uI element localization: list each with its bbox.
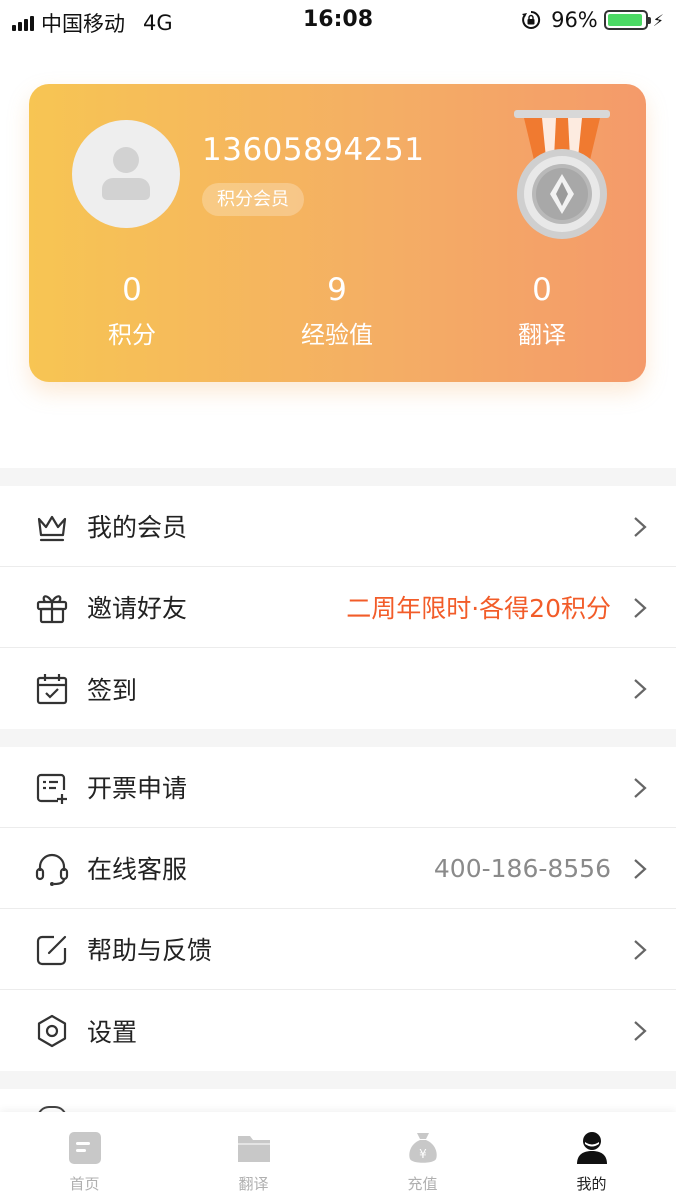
- menu-label: 签到: [87, 675, 138, 705]
- tab-mine[interactable]: 我的: [507, 1112, 676, 1202]
- member-badge[interactable]: 积分会员: [202, 183, 304, 216]
- menu-item-customer-service[interactable]: 在线客服 400-186-8556: [0, 828, 676, 909]
- chevron-right-icon: [634, 940, 647, 960]
- folder-icon: [238, 1136, 270, 1162]
- section-divider: [0, 729, 676, 747]
- rotation-lock-icon: [522, 10, 541, 29]
- menu-item-invite-friends[interactable]: 邀请好友 二周年限时·各得20积分: [0, 567, 676, 648]
- stat-translations-label: 翻译: [518, 321, 566, 349]
- calendar-check-icon: [36, 674, 68, 705]
- tab-translate[interactable]: 翻译: [169, 1112, 338, 1202]
- stat-experience-value: 9: [327, 272, 347, 308]
- invoice-icon: [36, 773, 67, 804]
- stat-translations-value: 0: [532, 272, 552, 308]
- battery-percent: 96%: [551, 8, 598, 32]
- tab-label: 翻译: [238, 1175, 269, 1193]
- status-bar: 中国移动 4G 16:08 96% ⚡: [0, 0, 676, 40]
- chevron-right-icon: [634, 859, 647, 879]
- edit-icon: [36, 935, 67, 966]
- chevron-right-icon: [634, 517, 647, 537]
- gift-icon: [36, 595, 68, 624]
- avatar[interactable]: [72, 120, 180, 228]
- stat-experience-label: 经验值: [301, 321, 373, 349]
- svg-text:¥: ¥: [419, 1147, 427, 1161]
- chevron-right-icon: [634, 679, 647, 699]
- chevron-right-icon: [634, 598, 647, 618]
- money-bag-icon: ¥: [409, 1133, 437, 1163]
- medal-icon: [514, 110, 610, 239]
- section-divider: [0, 468, 676, 486]
- menu-label: 邀请好友: [87, 594, 188, 623]
- tab-label: 首页: [69, 1175, 100, 1193]
- charging-icon: ⚡: [652, 10, 664, 30]
- stat-translations[interactable]: 0 翻译: [467, 270, 617, 352]
- menu-item-settings[interactable]: 设置: [0, 990, 676, 1071]
- stat-points-value: 0: [122, 272, 142, 308]
- menu-label: 我的会员: [87, 513, 188, 542]
- chevron-right-icon: [634, 778, 647, 798]
- user-icon: [577, 1132, 607, 1164]
- stat-experience[interactable]: 9 经验值: [262, 270, 412, 352]
- chevron-right-icon: [634, 1021, 647, 1041]
- settings-icon: [37, 1014, 67, 1048]
- menu-label: 设置: [87, 1017, 138, 1047]
- tab-label: 我的: [576, 1175, 607, 1193]
- menu-item-invoice[interactable]: 开票申请: [0, 747, 676, 828]
- crown-icon: [37, 515, 67, 542]
- menu-label: 在线客服: [87, 855, 188, 884]
- menu-item-check-in[interactable]: 签到: [0, 648, 676, 729]
- menu-item-help-feedback[interactable]: 帮助与反馈: [0, 909, 676, 990]
- menu-item-my-membership[interactable]: 我的会员: [0, 486, 676, 567]
- battery-icon: [603, 10, 651, 30]
- menu-label: 帮助与反馈: [87, 936, 213, 965]
- home-icon: [69, 1132, 101, 1164]
- service-phone-number[interactable]: 400-186-8556: [434, 854, 611, 883]
- tab-label: 充值: [407, 1175, 438, 1193]
- menu-label: 开票申请: [87, 774, 188, 803]
- section-divider: [0, 1071, 676, 1089]
- stat-points[interactable]: 0 积分: [57, 270, 207, 352]
- profile-card: 13605894251 积分会员 0 积分 9 经验值 0 翻译: [29, 84, 646, 382]
- avatar-placeholder-icon: [113, 147, 139, 173]
- tab-home[interactable]: 首页: [0, 1112, 169, 1202]
- tab-bar: 首页 翻译 ¥ 充值 我的: [0, 1112, 676, 1202]
- user-phone: 13605894251: [202, 132, 425, 168]
- stat-points-label: 积分: [108, 321, 156, 349]
- invite-promo-text: 二周年限时·各得20积分: [346, 594, 611, 623]
- headset-icon: [35, 853, 69, 886]
- tab-recharge[interactable]: ¥ 充值: [338, 1112, 507, 1202]
